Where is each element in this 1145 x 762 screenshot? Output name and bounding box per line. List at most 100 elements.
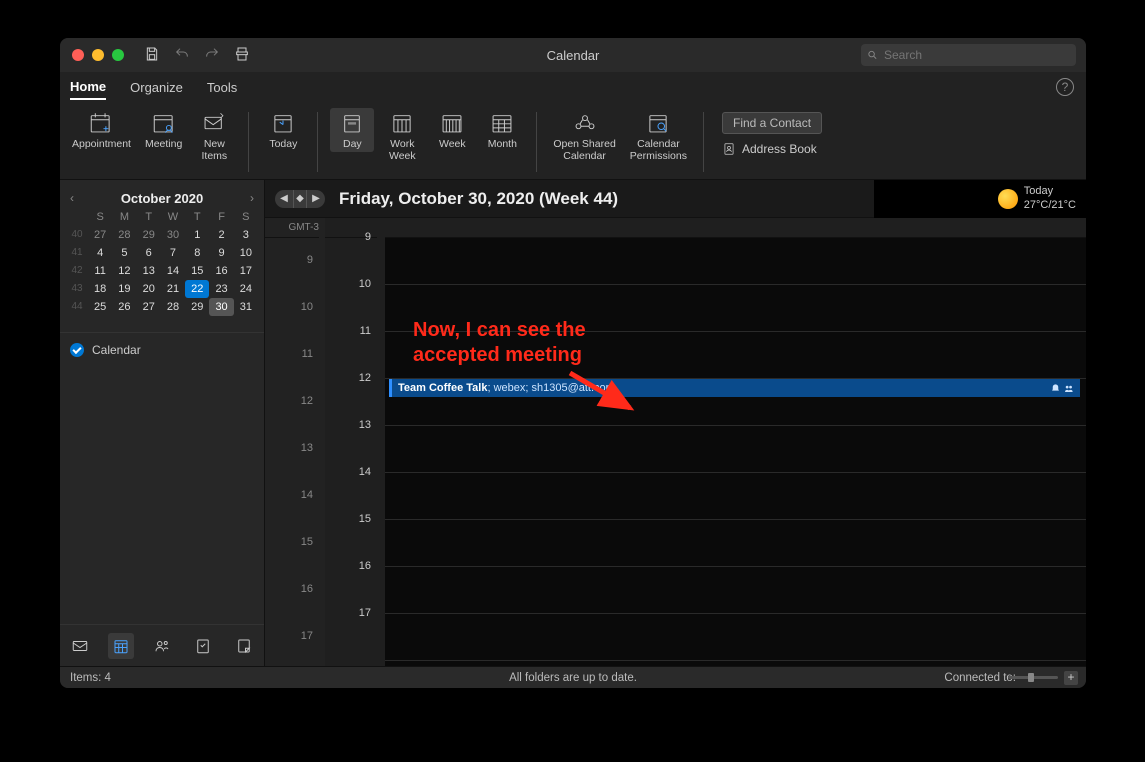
body: ‹ October 2020 › SMTWTFS4027282930123414… <box>60 180 1086 666</box>
mini-cal-day[interactable]: 29 <box>185 298 209 316</box>
mini-cal-day[interactable]: 16 <box>209 262 233 280</box>
zoom-control[interactable]: + <box>1008 671 1078 685</box>
mini-cal-day[interactable]: 6 <box>137 244 161 262</box>
tab-home[interactable]: Home <box>70 75 106 100</box>
today-button[interactable]: Today <box>261 108 305 152</box>
mini-cal-day[interactable]: 10 <box>234 244 258 262</box>
zoom-in-button[interactable]: + <box>1064 671 1078 685</box>
mini-cal-day[interactable]: 7 <box>161 244 185 262</box>
mini-cal-day[interactable]: 31 <box>234 298 258 316</box>
print-icon[interactable] <box>234 46 250 65</box>
undo-icon[interactable] <box>174 46 190 65</box>
hour-slot[interactable] <box>385 520 1086 567</box>
mini-cal-day[interactable]: 30 <box>161 226 185 244</box>
save-icon[interactable] <box>144 46 160 65</box>
day-title: Friday, October 30, 2020 (Week 44) <box>339 189 618 209</box>
mini-cal-day[interactable]: 2 <box>209 226 233 244</box>
close-window-button[interactable] <box>72 49 84 61</box>
mini-cal-day[interactable]: 17 <box>234 262 258 280</box>
calendar-nav-icon[interactable] <box>108 633 134 659</box>
mini-cal-dayheader: S <box>88 208 112 226</box>
meeting-button[interactable]: Meeting <box>141 108 186 152</box>
mini-cal-dayheader: F <box>209 208 233 226</box>
meeting-label: Meeting <box>145 138 182 150</box>
calendar-list: Calendar <box>60 332 264 367</box>
new-items-button[interactable]: New Items <box>192 108 236 164</box>
redo-icon[interactable] <box>204 46 220 65</box>
mini-cal-day[interactable]: 21 <box>161 280 185 298</box>
mini-cal-day[interactable]: 3 <box>234 226 258 244</box>
hour-slot[interactable] <box>385 238 1086 285</box>
calendar-grid[interactable]: GMT-3 9101112131415161718 91011121314151… <box>265 218 1086 666</box>
help-icon[interactable]: ? <box>1056 78 1074 96</box>
mini-cal-day[interactable]: 28 <box>112 226 136 244</box>
calendar-permissions-button[interactable]: Calendar Permissions <box>626 108 691 164</box>
mini-cal-day[interactable]: 13 <box>137 262 161 280</box>
mini-cal-week: 40 <box>66 226 88 244</box>
mini-cal-day[interactable]: 19 <box>112 280 136 298</box>
gmt-hour: 15 <box>265 520 319 567</box>
mini-cal-day[interactable]: 27 <box>88 226 112 244</box>
mini-cal-day[interactable]: 1 <box>185 226 209 244</box>
next-day-button[interactable]: ▶ <box>307 190 325 208</box>
mini-cal-day[interactable]: 27 <box>137 298 161 316</box>
workweek-view-button[interactable]: Work Week <box>380 108 424 164</box>
search-box[interactable] <box>861 44 1076 66</box>
mini-cal-day[interactable]: 28 <box>161 298 185 316</box>
mini-cal-day[interactable]: 12 <box>112 262 136 280</box>
mini-cal-day[interactable]: 5 <box>112 244 136 262</box>
find-contact-input[interactable]: Find a Contact <box>722 112 822 134</box>
maximize-window-button[interactable] <box>112 49 124 61</box>
today-pill-button[interactable]: ◆ <box>293 190 307 208</box>
next-month-button[interactable]: › <box>250 191 254 205</box>
day-view-button[interactable]: Day <box>330 108 374 152</box>
open-shared-calendar-button[interactable]: Open Shared Calendar <box>549 108 619 164</box>
mini-cal-day[interactable]: 18 <box>88 280 112 298</box>
mini-cal-day[interactable]: 15 <box>185 262 209 280</box>
tasks-nav-icon[interactable] <box>190 633 216 659</box>
gmt-hour: 14 <box>265 473 319 520</box>
tab-tools[interactable]: Tools <box>207 76 237 99</box>
hour-slot[interactable] <box>385 614 1086 661</box>
mail-nav-icon[interactable] <box>67 633 93 659</box>
calendar-event[interactable]: Team Coffee Talk; webex; sh1305@att.com <box>389 379 1080 397</box>
mini-cal-dayheader: T <box>137 208 161 226</box>
mini-cal-day[interactable]: 23 <box>209 280 233 298</box>
mini-cal-day[interactable]: 11 <box>88 262 112 280</box>
prev-day-button[interactable]: ◀ <box>275 190 293 208</box>
mini-cal-day[interactable]: 22 <box>185 280 209 298</box>
search-input[interactable] <box>884 48 1070 62</box>
hour-slot[interactable] <box>385 567 1086 614</box>
mini-cal-week: 42 <box>66 262 88 280</box>
prev-month-button[interactable]: ‹ <box>70 191 74 205</box>
mini-cal-day[interactable]: 9 <box>209 244 233 262</box>
month-view-button[interactable]: Month <box>480 108 524 152</box>
calendar-checkbox[interactable] <box>70 343 84 357</box>
calendar-item-label: Calendar <box>92 343 141 357</box>
people-nav-icon[interactable] <box>149 633 175 659</box>
mini-cal-day[interactable]: 4 <box>88 244 112 262</box>
mini-cal-day[interactable]: 24 <box>234 280 258 298</box>
week-view-button[interactable]: Week <box>430 108 474 152</box>
minimize-window-button[interactable] <box>92 49 104 61</box>
mini-cal-day[interactable]: 20 <box>137 280 161 298</box>
day-column[interactable]: Team Coffee Talk; webex; sh1305@att.com <box>385 218 1086 666</box>
hour-slot[interactable] <box>385 332 1086 379</box>
calendar-item[interactable]: Calendar <box>70 339 254 361</box>
hour-slot[interactable] <box>385 473 1086 520</box>
mini-cal-day[interactable]: 14 <box>161 262 185 280</box>
hour-slot[interactable] <box>385 285 1086 332</box>
mini-cal-day[interactable]: 26 <box>112 298 136 316</box>
mini-cal-day[interactable]: 25 <box>88 298 112 316</box>
hour-slot[interactable] <box>385 426 1086 473</box>
mini-cal-month[interactable]: October 2020 <box>121 191 203 206</box>
appointment-button[interactable]: Appointment <box>68 108 135 152</box>
notes-nav-icon[interactable] <box>231 633 257 659</box>
address-book-button[interactable]: Address Book <box>722 142 822 156</box>
mini-cal-day[interactable]: 29 <box>137 226 161 244</box>
hour-slot[interactable]: Team Coffee Talk; webex; sh1305@att.com <box>385 379 1086 426</box>
weather-widget[interactable]: Today27°C/21°C <box>998 185 1076 211</box>
mini-cal-day[interactable]: 30 <box>209 298 233 316</box>
mini-cal-day[interactable]: 8 <box>185 244 209 262</box>
tab-organize[interactable]: Organize <box>130 76 183 99</box>
